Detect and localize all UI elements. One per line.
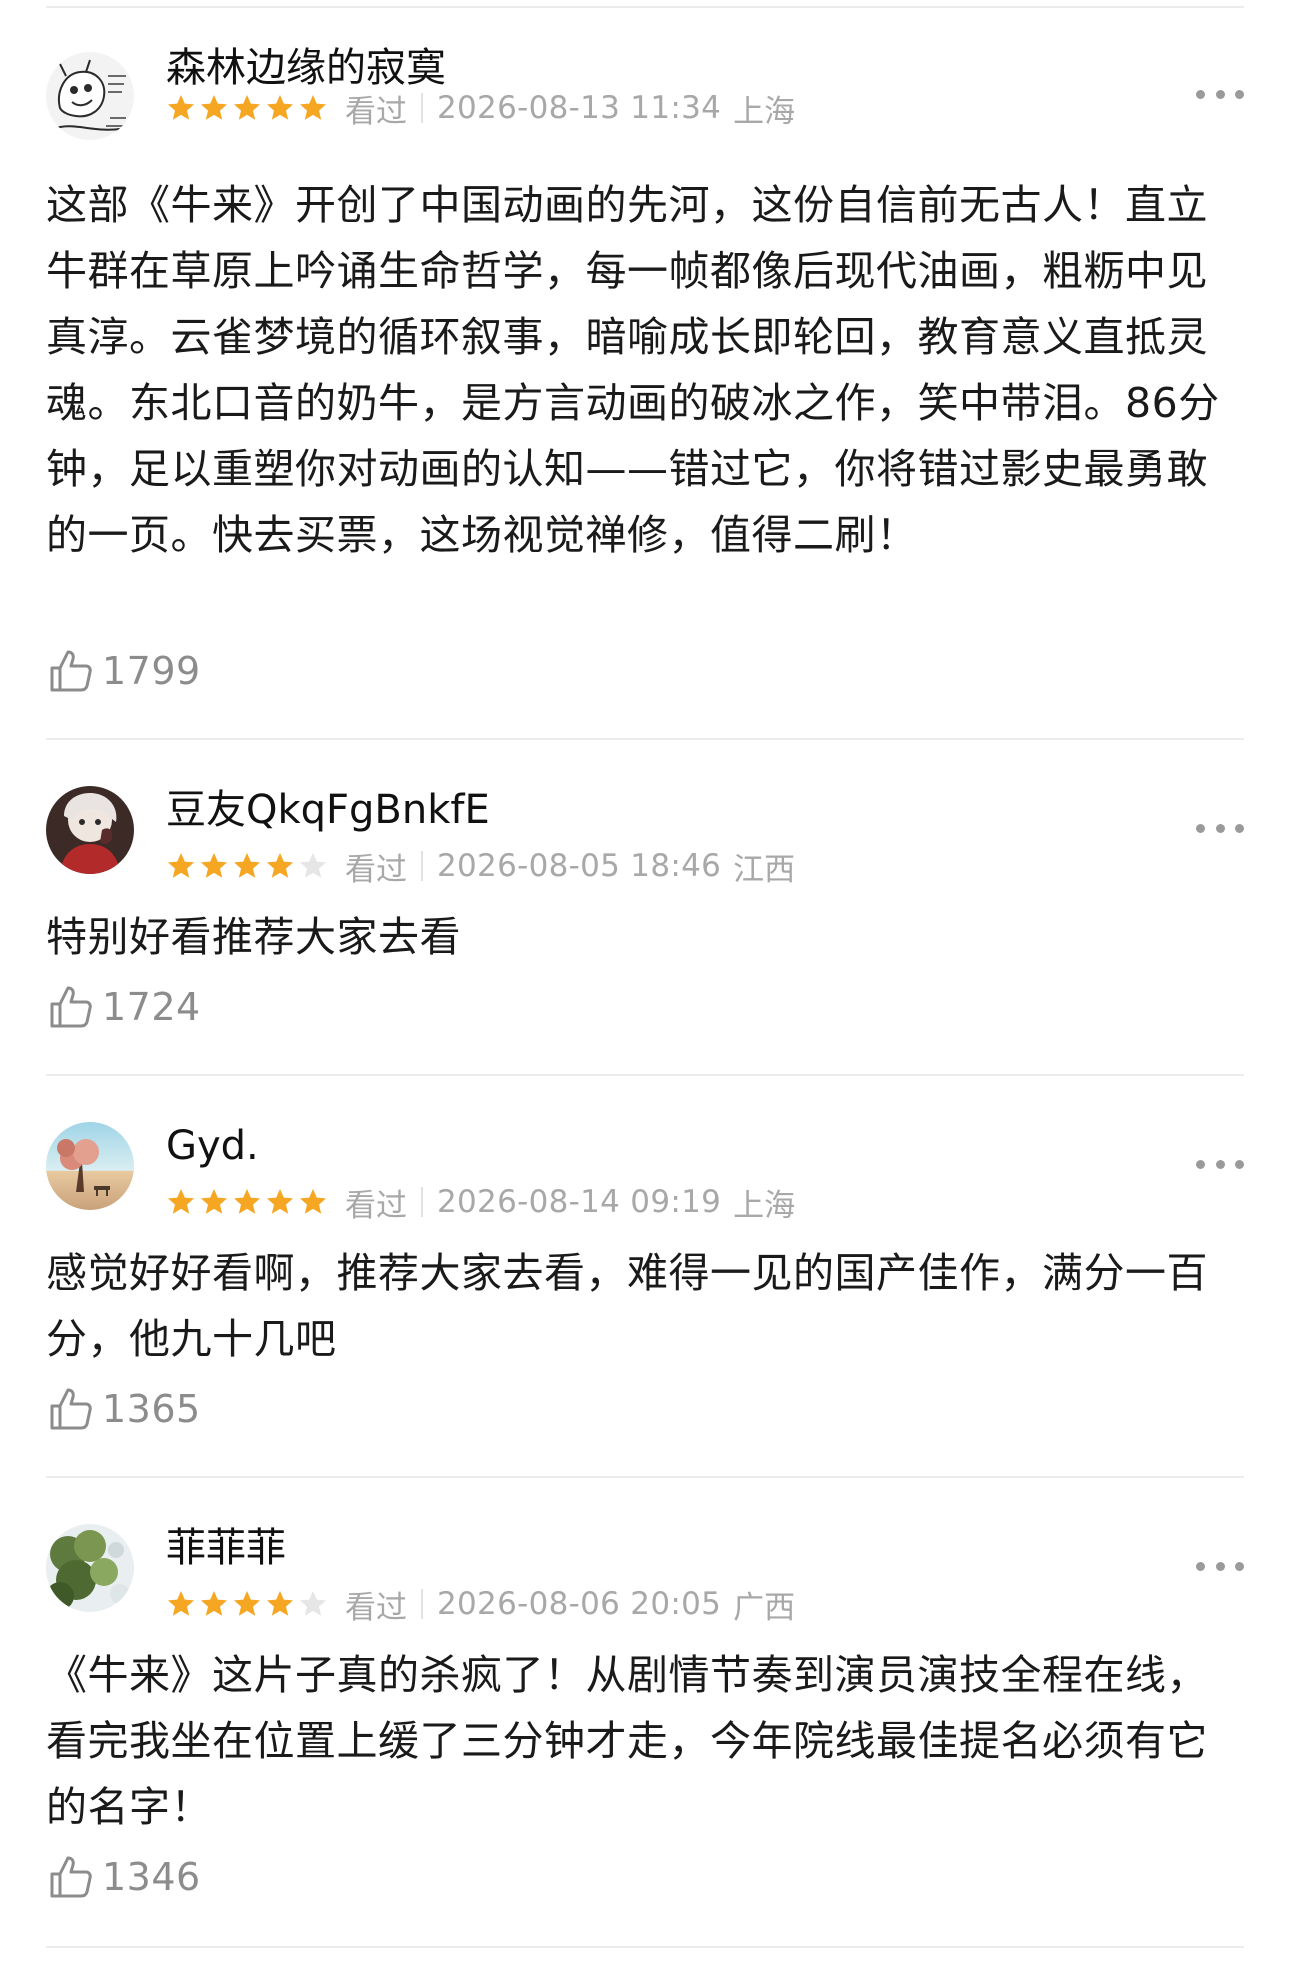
more-dot-icon (1215, 1561, 1225, 1571)
tree-avatar-icon (46, 1122, 134, 1210)
like-button[interactable]: 1346 (46, 1852, 201, 1902)
separator (421, 1589, 423, 1619)
more-dot-icon (1196, 1561, 1205, 1571)
username[interactable]: Gyd. (166, 1122, 259, 1170)
more-button[interactable] (1196, 1556, 1244, 1576)
star-filled-icon (265, 851, 295, 881)
review-meta: 看过 2026-08-14 09:19 上海 (166, 1182, 796, 1224)
rating-stars (166, 1589, 331, 1619)
review-datetime: 2026-08-05 18:46 (437, 848, 722, 884)
review-content: 特别好看推荐大家去看 (46, 913, 461, 961)
more-dot-icon (1215, 89, 1225, 99)
star-filled-icon (166, 1589, 196, 1619)
username[interactable]: 菲菲菲 (166, 1524, 286, 1572)
review-content: 《牛来》这片子真的杀疯了！从剧情节奏到演员演技全程在线，看完我坐在位置上缓了三分… (46, 1651, 1208, 1831)
review-location: 江西 (733, 851, 796, 888)
review-datetime: 2026-08-06 20:05 (437, 1586, 722, 1622)
divider (46, 1476, 1244, 1478)
watch-status: 看过 (345, 1187, 407, 1224)
divider (46, 738, 1244, 740)
review-location: 上海 (733, 1187, 796, 1224)
watch-status: 看过 (345, 1589, 407, 1626)
more-dot-icon (1235, 1561, 1244, 1571)
star-filled-icon (298, 93, 328, 123)
separator (421, 93, 423, 123)
review-content: 感觉好好看啊，推荐大家去看，难得一见的国产佳作，满分一百分，他九十几吧 (46, 1249, 1208, 1363)
review-location: 上海 (733, 93, 796, 130)
leaves-avatar-icon (46, 1524, 134, 1612)
star-filled-icon (166, 851, 196, 881)
avatar[interactable] (46, 1524, 134, 1612)
more-dot-icon (1235, 823, 1244, 833)
review-content: 这部《牛来》开创了中国动画的先河，这份自信前无古人！直立牛群在草原上吟诵生命哲学… (46, 181, 1220, 559)
reviews-page: 森林边缘的寂寞 看过 2026-08-13 11:34 上海 这部《牛来》开创了… (0, 0, 1290, 1963)
more-button[interactable] (1196, 84, 1244, 104)
review-datetime: 2026-08-13 11:34 (437, 90, 722, 126)
more-button[interactable] (1196, 818, 1244, 838)
star-filled-icon (232, 93, 262, 123)
rating-stars (166, 1187, 331, 1217)
username[interactable]: 豆友QkqFgBnkfE (166, 786, 490, 834)
separator (421, 1187, 423, 1217)
divider (46, 1946, 1244, 1948)
thumbs-up-icon (46, 646, 96, 696)
star-filled-icon (166, 1187, 196, 1217)
star-filled-icon (232, 1589, 262, 1619)
more-dot-icon (1215, 1159, 1225, 1169)
more-dot-icon (1196, 823, 1205, 833)
more-dot-icon (1235, 89, 1244, 99)
star-filled-icon (166, 93, 196, 123)
more-dot-icon (1196, 89, 1205, 99)
more-button[interactable] (1196, 1154, 1244, 1174)
like-button[interactable]: 1724 (46, 982, 201, 1032)
divider (46, 6, 1244, 8)
star-filled-icon (199, 93, 229, 123)
more-dot-icon (1196, 1159, 1205, 1169)
separator (421, 851, 423, 881)
like-count: 1365 (102, 1387, 201, 1431)
avatar[interactable] (46, 52, 134, 140)
review-datetime: 2026-08-14 09:19 (437, 1184, 722, 1220)
star-filled-icon (199, 1589, 229, 1619)
star-filled-icon (199, 851, 229, 881)
sketch-avatar-icon (46, 52, 134, 140)
like-button[interactable]: 1799 (46, 646, 201, 696)
like-count: 1346 (102, 1855, 201, 1899)
thumbs-up-icon (46, 1384, 96, 1434)
rating-stars (166, 93, 331, 123)
avatar[interactable] (46, 1122, 134, 1210)
thumbs-up-icon (46, 982, 96, 1032)
star-empty-icon (298, 851, 328, 881)
star-filled-icon (265, 1187, 295, 1217)
watch-status: 看过 (345, 93, 407, 130)
star-filled-icon (199, 1187, 229, 1217)
review-location: 广西 (733, 1589, 796, 1626)
star-filled-icon (232, 1187, 262, 1217)
star-empty-icon (298, 1589, 328, 1619)
more-dot-icon (1215, 823, 1225, 833)
like-count: 1799 (102, 649, 201, 693)
thumbs-up-icon (46, 1852, 96, 1902)
like-count: 1724 (102, 985, 201, 1029)
watch-status: 看过 (345, 851, 407, 888)
review-meta: 看过 2026-08-05 18:46 江西 (166, 846, 796, 888)
star-filled-icon (298, 1187, 328, 1217)
avatar[interactable] (46, 786, 134, 874)
star-filled-icon (232, 851, 262, 881)
divider (46, 1074, 1244, 1076)
review-meta: 看过 2026-08-13 11:34 上海 (166, 88, 796, 130)
rating-stars (166, 851, 331, 881)
person-avatar-icon (46, 786, 134, 874)
star-filled-icon (265, 93, 295, 123)
review-meta: 看过 2026-08-06 20:05 广西 (166, 1584, 796, 1626)
star-filled-icon (265, 1589, 295, 1619)
more-dot-icon (1235, 1159, 1244, 1169)
like-button[interactable]: 1365 (46, 1384, 201, 1434)
